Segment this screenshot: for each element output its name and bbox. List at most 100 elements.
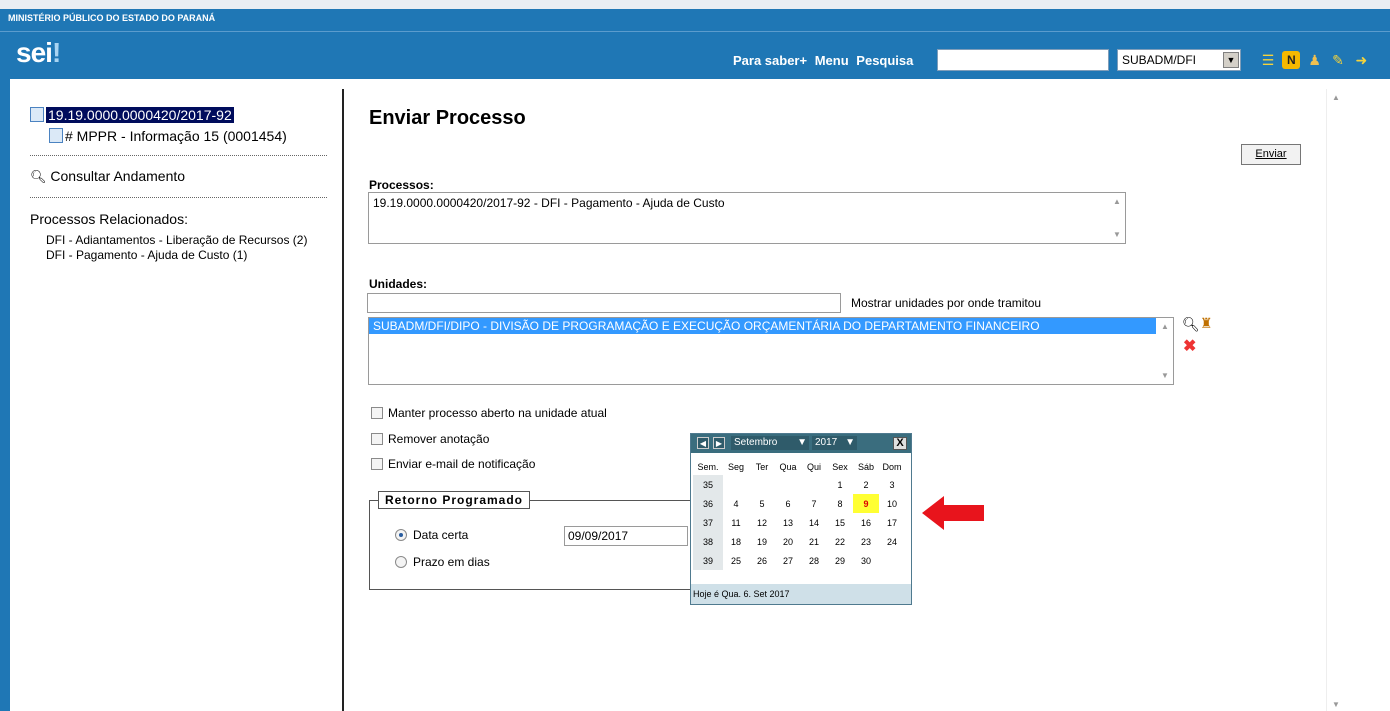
calendar-day[interactable]: 22 [827,532,853,551]
calendar-grid: Sem. Seg Ter Qua Qui Sex Sáb Dom 35 1 2 … [693,458,905,570]
radio-button[interactable] [395,556,407,568]
checkbox-box[interactable] [371,433,383,445]
link-para-saber[interactable]: Para saber+ [733,53,807,68]
process-number[interactable]: 19.19.0000.0000420/2017-92 [46,107,234,123]
calendar-week: 38 18 19 20 21 22 23 24 [693,532,905,551]
related-item[interactable]: DFI - Pagamento - Ajuda de Custo (1) [46,248,307,263]
year-select[interactable]: 2017 ▼ [812,436,857,450]
calendar-day[interactable]: 24 [879,532,905,551]
year-value: 2017 [815,437,838,448]
calendar-day[interactable]: 26 [749,551,775,570]
unit-select[interactable]: SUBADM/DFI ▼ [1117,49,1241,71]
calendar-day[interactable]: 12 [749,513,775,532]
calendar-day[interactable]: 16 [853,513,879,532]
calendar-day[interactable]: 15 [827,513,853,532]
link-pesquisa[interactable]: Pesquisa [856,53,913,68]
calendar-day[interactable]: 17 [879,513,905,532]
remove-icon[interactable]: ✖ [1183,336,1196,356]
calendar-header: ◀ ▶ Setembro ▼ 2017 ▼ X [691,434,911,453]
process-tree-root[interactable]: 19.19.0000.0000420/2017-92 [30,107,234,123]
next-month-icon[interactable]: ▶ [713,437,725,449]
checkbox-keep-open[interactable]: Manter processo aberto na unidade atual [371,406,607,420]
consult-link[interactable]: 🔍︎ Consultar Andamento [30,168,185,185]
chevron-down-icon[interactable]: ▼ [1223,52,1239,68]
checkbox-remove-note[interactable]: Remover anotação [371,432,489,446]
calendar-day[interactable]: 7 [801,494,827,513]
related-item[interactable]: DFI - Adiantamentos - Liberação de Recur… [46,233,307,248]
calendar-day-selected[interactable]: 9 [853,494,879,513]
process-list-item[interactable]: 19.19.0000.0000420/2017-92 - DFI - Pagam… [369,193,1125,213]
calendar-day[interactable]: 30 [853,551,879,570]
calendar-day [723,475,749,494]
date-picker: ◀ ▶ Setembro ▼ 2017 ▼ X Sem. Seg Ter Qua Q… [690,433,912,605]
radio-button[interactable] [395,529,407,541]
calendar-day[interactable]: 11 [723,513,749,532]
org-chart-icon[interactable]: ♜ [1200,315,1213,332]
date-input[interactable] [564,526,688,546]
calendar-day[interactable]: 23 [853,532,879,551]
list-icon[interactable]: ☰ [1259,51,1277,69]
units-label: Unidades: [369,277,428,291]
radio-date[interactable]: Data certa [395,528,468,542]
document-label[interactable]: # MPPR - Informação 15 (0001454) [65,128,287,144]
calendar-day[interactable]: 4 [723,494,749,513]
search-input[interactable] [937,49,1109,71]
calendar-day[interactable]: 18 [723,532,749,551]
calendar-day[interactable]: 5 [749,494,775,513]
checkbox-email[interactable]: Enviar e-mail de notificação [371,457,535,471]
units-input[interactable] [367,293,841,313]
calendar-day[interactable]: 3 [879,475,905,494]
tools-icon[interactable]: ✎ [1329,51,1347,69]
checkbox-box[interactable] [371,407,383,419]
calendar-day[interactable]: 2 [853,475,879,494]
calendar-day[interactable]: 1 [827,475,853,494]
notes-icon[interactable]: N [1282,51,1301,69]
calendar-day[interactable]: 19 [749,532,775,551]
calendar-day[interactable]: 29 [827,551,853,570]
calendar-day[interactable]: 21 [801,532,827,551]
calendar-day[interactable]: 25 [723,551,749,570]
radio-days[interactable]: Prazo em dias [395,555,490,569]
unit-select-value: SUBADM/DFI [1122,53,1197,67]
weekday-label: Ter [755,461,769,472]
units-list[interactable]: SUBADM/DFI/DIPO - DIVISÃO DE PROGRAMAÇÃO… [368,317,1174,385]
weekday-header: Sem. Seg Ter Qua Qui Sex Sáb Dom [693,458,905,475]
related-list: DFI - Adiantamentos - Liberação de Recur… [46,233,307,263]
calendar-day [775,475,801,494]
consult-label[interactable]: Consultar Andamento [50,168,185,184]
scrollbar[interactable]: ▲ ▼ [1108,193,1125,243]
send-button[interactable]: Enviar [1241,144,1301,165]
close-icon[interactable]: X [893,437,907,450]
exit-icon[interactable]: ➜ [1352,51,1370,69]
unit-list-item-selected[interactable]: SUBADM/DFI/DIPO - DIVISÃO DE PROGRAMAÇÃO… [369,318,1156,334]
calendar-day[interactable]: 20 [775,532,801,551]
calendar-day[interactable]: 8 [827,494,853,513]
tree-document[interactable]: # MPPR - Informação 15 (0001454) [49,128,287,144]
calendar-day[interactable]: 6 [775,494,801,513]
user-icon[interactable]: ♟ [1306,51,1324,69]
radio-label: Prazo em dias [413,555,490,569]
month-select[interactable]: Setembro ▼ [731,436,809,450]
processes-list[interactable]: 19.19.0000.0000420/2017-92 - DFI - Pagam… [368,192,1126,244]
calendar-day[interactable]: 27 [775,551,801,570]
scrollbar[interactable]: ▲ ▼ [1156,318,1173,384]
link-menu[interactable]: Menu [815,53,849,68]
calendar-week: 39 25 26 27 28 29 30 [693,551,905,570]
calendar-day[interactable]: 28 [801,551,827,570]
calendar-day[interactable]: 10 [879,494,905,513]
checkbox-label: Remover anotação [388,432,490,446]
search-unit-icon[interactable]: 🔍︎ [1182,316,1200,333]
sei-logo[interactable]: sei! [16,37,61,69]
weekday-label: Dom [882,461,902,472]
show-units-link[interactable]: Mostrar unidades por onde tramitou [851,296,1041,310]
month-value: Setembro [734,437,778,448]
chevron-down-icon: ▼ [797,437,807,448]
calendar-day[interactable]: 14 [801,513,827,532]
calendar-day[interactable]: 13 [775,513,801,532]
radio-label: Data certa [413,528,469,542]
checkbox-box[interactable] [371,458,383,470]
page-scrollbar[interactable]: ▲ ▼ [1326,89,1343,711]
prev-month-icon[interactable]: ◀ [697,437,709,449]
org-name: MINISTÉRIO PÚBLICO DO ESTADO DO PARANÁ [8,13,216,23]
week-number: 36 [693,494,723,513]
